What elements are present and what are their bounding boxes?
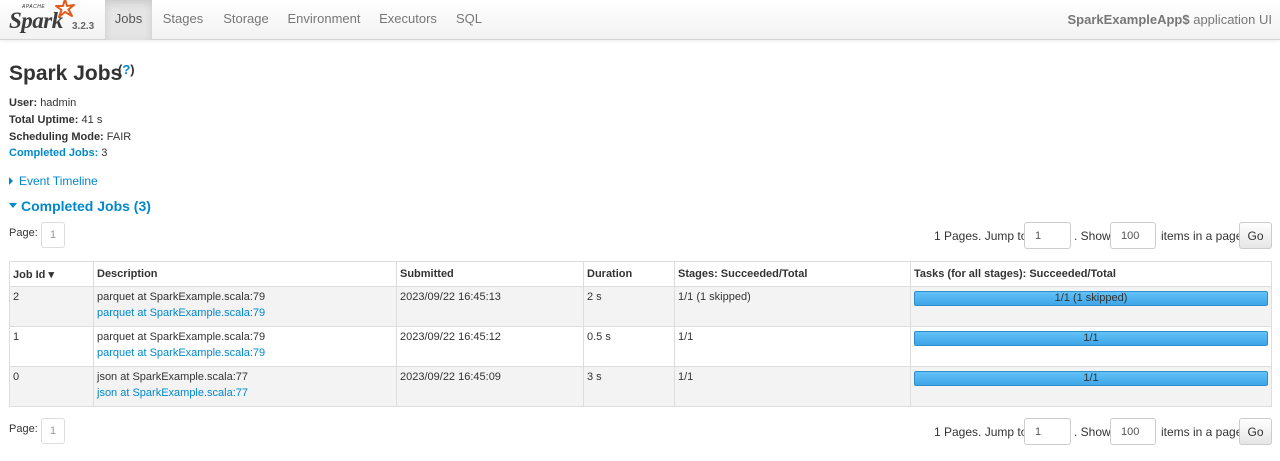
pager-bottom: Page: 1 1 Pages. Jump to . Show items in…	[0, 418, 1280, 446]
tab-storage[interactable]: Storage	[214, 0, 278, 40]
job-id: 2	[9, 286, 94, 327]
table-row: 1 parquet at SparkExample.scala:79 parque…	[9, 326, 1272, 367]
description-link[interactable]: json at SparkExample.scala:77	[97, 387, 393, 399]
pages-text: 1 Pages. Jump to	[934, 425, 1028, 439]
pager-controls: 1 Pages. Jump to . Show items in a page.…	[934, 222, 1272, 250]
table-row: 2 parquet at SparkExample.scala:79 parque…	[9, 286, 1272, 327]
tab-sql[interactable]: SQL	[446, 0, 492, 40]
header-stages[interactable]: Stages: Succeeded/Total	[674, 261, 911, 287]
header-duration[interactable]: Duration	[583, 261, 675, 287]
summary-user: User: hadmin	[9, 97, 76, 109]
page-title: Spark Jobs	[9, 62, 123, 85]
table-row: 0 json at SparkExample.scala:77 json at S…	[9, 366, 1272, 407]
pager-top: Page: 1 1 Pages. Jump to . Show items in…	[0, 222, 1280, 250]
job-submitted: 2023/09/22 16:45:12	[396, 326, 584, 367]
tab-stages[interactable]: Stages	[152, 0, 214, 40]
page-1-button[interactable]: 1	[41, 222, 65, 248]
description-link[interactable]: parquet at SparkExample.scala:79	[97, 307, 393, 319]
progress-label: 1/1	[1083, 372, 1099, 384]
app-name-bold: SparkExampleApp$	[1067, 12, 1190, 27]
uptime-label: Total Uptime:	[9, 114, 79, 126]
caret-down-icon	[9, 203, 17, 208]
help-tooltip[interactable]: (?)	[118, 62, 135, 77]
job-duration: 3 s	[583, 366, 675, 407]
summary-uptime: Total Uptime: 41 s	[9, 114, 102, 126]
summary-completed: Completed Jobs: 3	[9, 147, 107, 159]
job-tasks: 1/1	[910, 366, 1272, 407]
job-tasks: 1/1 (1 skipped)	[910, 286, 1272, 327]
completed-value: 3	[101, 147, 108, 159]
header-description[interactable]: Description	[93, 261, 397, 287]
summary-mode: Scheduling Mode: FAIR	[9, 131, 131, 143]
job-tasks: 1/1	[910, 326, 1272, 367]
go-button[interactable]: Go	[1239, 222, 1272, 249]
job-description: json at SparkExample.scala:77 json at Spa…	[93, 366, 397, 407]
description-text: parquet at SparkExample.scala:79	[97, 331, 266, 343]
go-button[interactable]: Go	[1239, 418, 1272, 445]
job-description: parquet at SparkExample.scala:79 parquet …	[93, 286, 397, 327]
page-1-button[interactable]: 1	[41, 418, 65, 444]
event-timeline-toggle[interactable]: Event Timeline	[9, 174, 98, 188]
job-duration: 0.5 s	[583, 326, 675, 367]
app-name-suffix: application UI	[1189, 12, 1272, 27]
items-text: items in a page.	[1161, 229, 1246, 243]
progress-label: 1/1	[1083, 332, 1099, 344]
task-progress-bar: 1/1	[914, 331, 1268, 346]
tab-environment[interactable]: Environment	[278, 0, 370, 40]
pages-text: 1 Pages. Jump to	[934, 229, 1028, 243]
user-value: hadmin	[40, 97, 77, 109]
help-icon[interactable]: ?	[122, 62, 130, 77]
page-label: Page:	[9, 423, 38, 435]
job-id: 1	[9, 326, 94, 367]
header-job-id[interactable]: Job Id ▾	[9, 261, 94, 287]
description-text: parquet at SparkExample.scala:79	[97, 291, 266, 303]
completed-jobs-table: Job Id ▾ Description Submitted Duration …	[9, 261, 1272, 407]
job-description: parquet at SparkExample.scala:79 parquet …	[93, 326, 397, 367]
job-duration: 2 s	[583, 286, 675, 327]
jump-to-page-input[interactable]	[1024, 418, 1071, 445]
completed-jobs-link[interactable]: Completed Jobs:	[9, 147, 98, 159]
event-timeline-label: Event Timeline	[19, 174, 98, 188]
job-stages: 1/1 (1 skipped)	[674, 286, 911, 327]
description-link[interactable]: parquet at SparkExample.scala:79	[97, 347, 393, 359]
mode-label: Scheduling Mode:	[9, 131, 104, 143]
jump-to-page-input[interactable]	[1024, 222, 1071, 249]
job-id: 0	[9, 366, 94, 407]
table-header-row: Job Id ▾ Description Submitted Duration …	[9, 261, 1272, 287]
task-progress-bar: 1/1 (1 skipped)	[914, 291, 1268, 306]
caret-right-icon	[9, 177, 13, 185]
description-text: json at SparkExample.scala:77	[97, 371, 249, 383]
uptime-value: 41 s	[81, 114, 103, 126]
tab-jobs[interactable]: Jobs	[105, 0, 152, 40]
job-submitted: 2023/09/22 16:45:13	[396, 286, 584, 327]
job-submitted: 2023/09/22 16:45:09	[396, 366, 584, 407]
user-label: User:	[9, 97, 38, 109]
pager-controls: 1 Pages. Jump to . Show items in a page.…	[934, 418, 1272, 446]
task-progress-bar: 1/1	[914, 371, 1268, 386]
completed-jobs-toggle[interactable]: Completed Jobs (3)	[9, 198, 151, 214]
completed-jobs-heading: Completed Jobs (3)	[21, 198, 151, 214]
page-size-input[interactable]	[1110, 222, 1156, 249]
spark-version: 3.2.3	[72, 21, 95, 32]
job-stages: 1/1	[674, 326, 911, 367]
logo-spark-text: Spark	[9, 8, 63, 33]
job-stages: 1/1	[674, 366, 911, 407]
mode-value: FAIR	[106, 131, 132, 143]
application-name: SparkExampleApp$ application UI	[1068, 0, 1273, 40]
items-text: items in a page.	[1161, 425, 1246, 439]
tab-executors[interactable]: Executors	[370, 0, 446, 40]
header-submitted[interactable]: Submitted	[396, 261, 584, 287]
show-text: . Show	[1074, 229, 1111, 243]
top-navbar: APACHE Spark 3.2.3 Jobs Stages Storage E…	[0, 0, 1280, 40]
show-text: . Show	[1074, 425, 1111, 439]
page-label: Page:	[9, 227, 38, 239]
spark-logo[interactable]: APACHE Spark 3.2.3	[8, 0, 104, 40]
header-tasks[interactable]: Tasks (for all stages): Succeeded/Total	[910, 261, 1272, 287]
page-size-input[interactable]	[1110, 418, 1156, 445]
progress-label: 1/1 (1 skipped)	[1054, 292, 1128, 304]
